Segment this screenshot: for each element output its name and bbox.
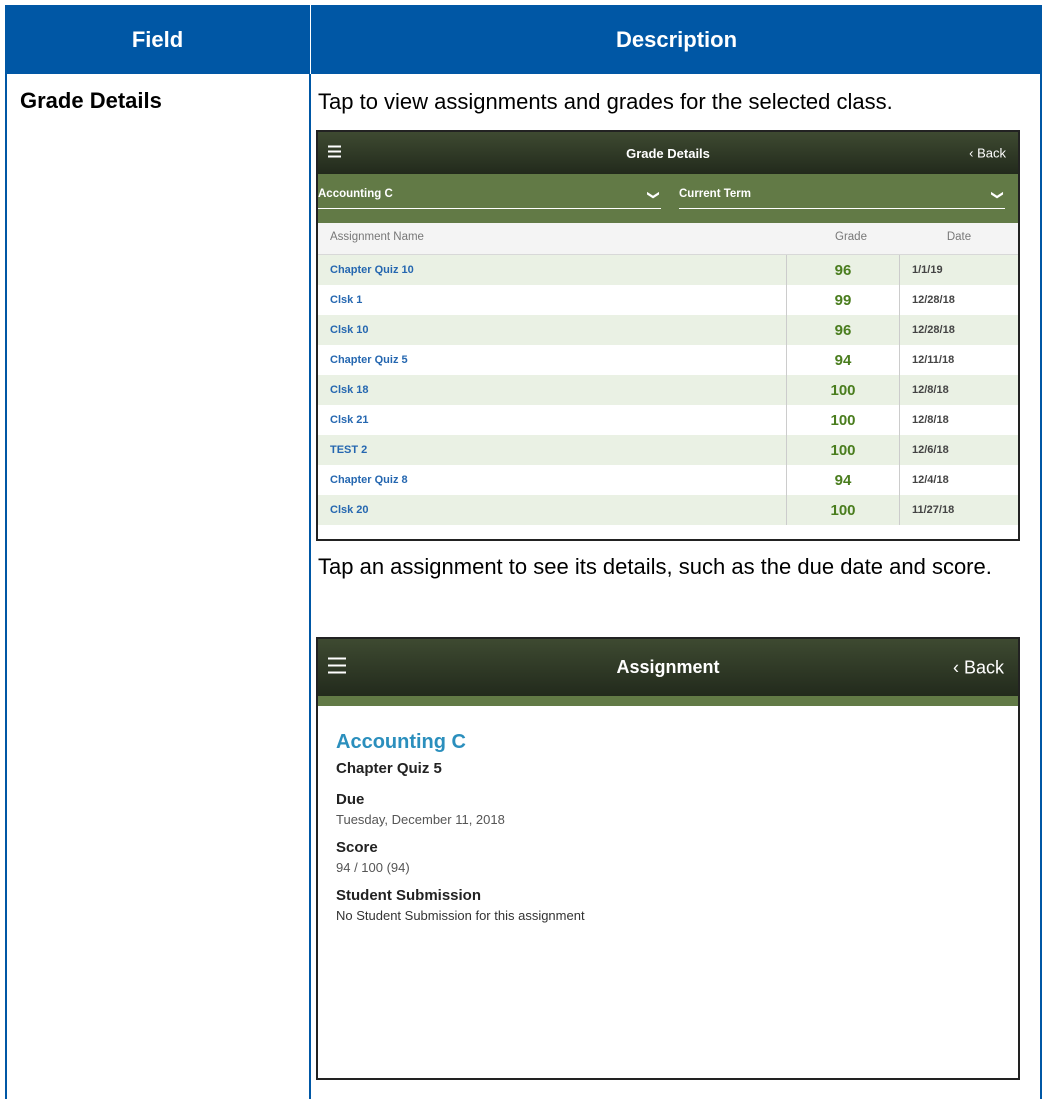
- due-label: Due: [336, 791, 365, 808]
- grade-value: 100: [786, 405, 900, 435]
- assignment-link[interactable]: Clsk 18: [330, 384, 369, 396]
- grades-table: Assignment Name Grade Date Chapter Quiz …: [318, 223, 1018, 525]
- assignment-link[interactable]: Clsk 20: [330, 504, 369, 516]
- table-row[interactable]: Clsk 18 100 12/8/18: [318, 375, 1018, 405]
- assignment-link[interactable]: TEST 2: [330, 444, 367, 456]
- date-value: 1/1/19: [912, 264, 943, 276]
- date-value: 12/28/18: [912, 294, 955, 306]
- date-value: 12/11/18: [912, 354, 955, 366]
- screen-title: Assignment: [616, 657, 720, 677]
- table-row[interactable]: TEST 2 100 12/6/18: [318, 435, 1018, 465]
- assignment-link[interactable]: Clsk 1: [330, 294, 362, 306]
- tap-hint-text: Tap an assignment to see its details, su…: [318, 554, 992, 579]
- grade-value: 100: [786, 375, 900, 405]
- table-row[interactable]: Chapter Quiz 5 94 12/11/18: [318, 345, 1018, 375]
- table-column-divider: [309, 74, 311, 1099]
- submission-label: Student Submission: [336, 887, 482, 904]
- grade-value: 94: [786, 465, 900, 495]
- chevron-down-icon: ❯: [646, 189, 661, 201]
- chevron-down-icon: ❯: [990, 189, 1005, 201]
- table-row[interactable]: Clsk 21 100 12/8/18: [318, 405, 1018, 435]
- header-field: Field: [5, 5, 311, 74]
- assignment-title: Chapter Quiz 5: [336, 760, 442, 777]
- assignment-link[interactable]: Clsk 10: [330, 324, 369, 336]
- filter-bar: Accounting C ❯ Current Term ❯: [318, 174, 1018, 223]
- table-border-left: [5, 74, 7, 1099]
- grade-details-screenshot: Grade Details ‹ Back Accounting C ❯ Curr…: [316, 130, 1020, 541]
- grade-value: 99: [786, 285, 900, 315]
- table-row[interactable]: Clsk 1 99 12/28/18: [318, 285, 1018, 315]
- header-description: Description: [615, 26, 738, 52]
- back-button[interactable]: ‹ Back: [953, 657, 1004, 678]
- column-grade: Grade: [835, 231, 867, 243]
- assignment-link[interactable]: Chapter Quiz 8: [330, 474, 408, 486]
- date-value: 12/8/18: [912, 414, 949, 426]
- grade-value: 100: [786, 435, 900, 465]
- date-value: 12/8/18: [912, 384, 949, 396]
- assignment-link[interactable]: Clsk 21: [330, 414, 369, 426]
- table-row[interactable]: Chapter Quiz 8 94 12/4/18: [318, 465, 1018, 495]
- score-value: 94 / 100 (94): [336, 860, 410, 875]
- grade-value: 96: [786, 315, 900, 345]
- assignment-screenshot: Assignment ‹ Back Accounting C Chapter Q…: [316, 637, 1020, 1080]
- table-row[interactable]: Clsk 20 100 11/27/18: [318, 495, 1018, 525]
- table-border-right: [1040, 74, 1042, 1099]
- due-value: Tuesday, December 11, 2018: [336, 812, 505, 827]
- column-date: Date: [946, 231, 972, 243]
- class-select[interactable]: Accounting C ❯: [318, 186, 661, 209]
- date-value: 12/28/18: [912, 324, 955, 336]
- score-label: Score: [336, 839, 378, 856]
- date-value: 12/6/18: [912, 444, 949, 456]
- table-header: Field Description: [5, 5, 1042, 74]
- column-assignment-name: Assignment Name: [330, 231, 424, 243]
- submission-value: No Student Submission for this assignmen…: [336, 908, 585, 923]
- course-title: Accounting C: [336, 731, 466, 753]
- grades-table-body: Chapter Quiz 10 96 1/1/19 Clsk 1 99 12/28/18 C…: [318, 255, 1018, 525]
- table-row[interactable]: Clsk 10 96 12/28/18: [318, 315, 1018, 345]
- grades-table-header: Assignment Name Grade Date: [318, 223, 1018, 255]
- table-row[interactable]: Chapter Quiz 10 96 1/1/19: [318, 255, 1018, 285]
- grade-value: 96: [786, 255, 900, 285]
- screen-title: Grade Details: [626, 145, 710, 161]
- back-button[interactable]: ‹ Back: [969, 146, 1006, 161]
- assignment-detail: Accounting C Chapter Quiz 5 Due Tuesday,…: [336, 731, 1008, 935]
- term-select-value: Current Term: [679, 188, 751, 200]
- green-strip: [318, 696, 1018, 706]
- app-bar: Grade Details ‹ Back: [318, 132, 1018, 174]
- intro-text: Tap to view assignments and grades for t…: [318, 89, 893, 114]
- field-name: Grade Details: [20, 88, 162, 113]
- grade-value: 100: [786, 495, 900, 525]
- date-value: 12/4/18: [912, 474, 949, 486]
- assignment-link[interactable]: Chapter Quiz 5: [330, 354, 408, 366]
- assignment-link[interactable]: Chapter Quiz 10: [330, 264, 414, 276]
- term-select[interactable]: Current Term ❯: [679, 186, 1005, 209]
- date-value: 11/27/18: [912, 504, 955, 516]
- app-bar: Assignment ‹ Back: [318, 639, 1018, 696]
- grade-value: 94: [786, 345, 900, 375]
- class-select-value: Accounting C: [318, 188, 393, 200]
